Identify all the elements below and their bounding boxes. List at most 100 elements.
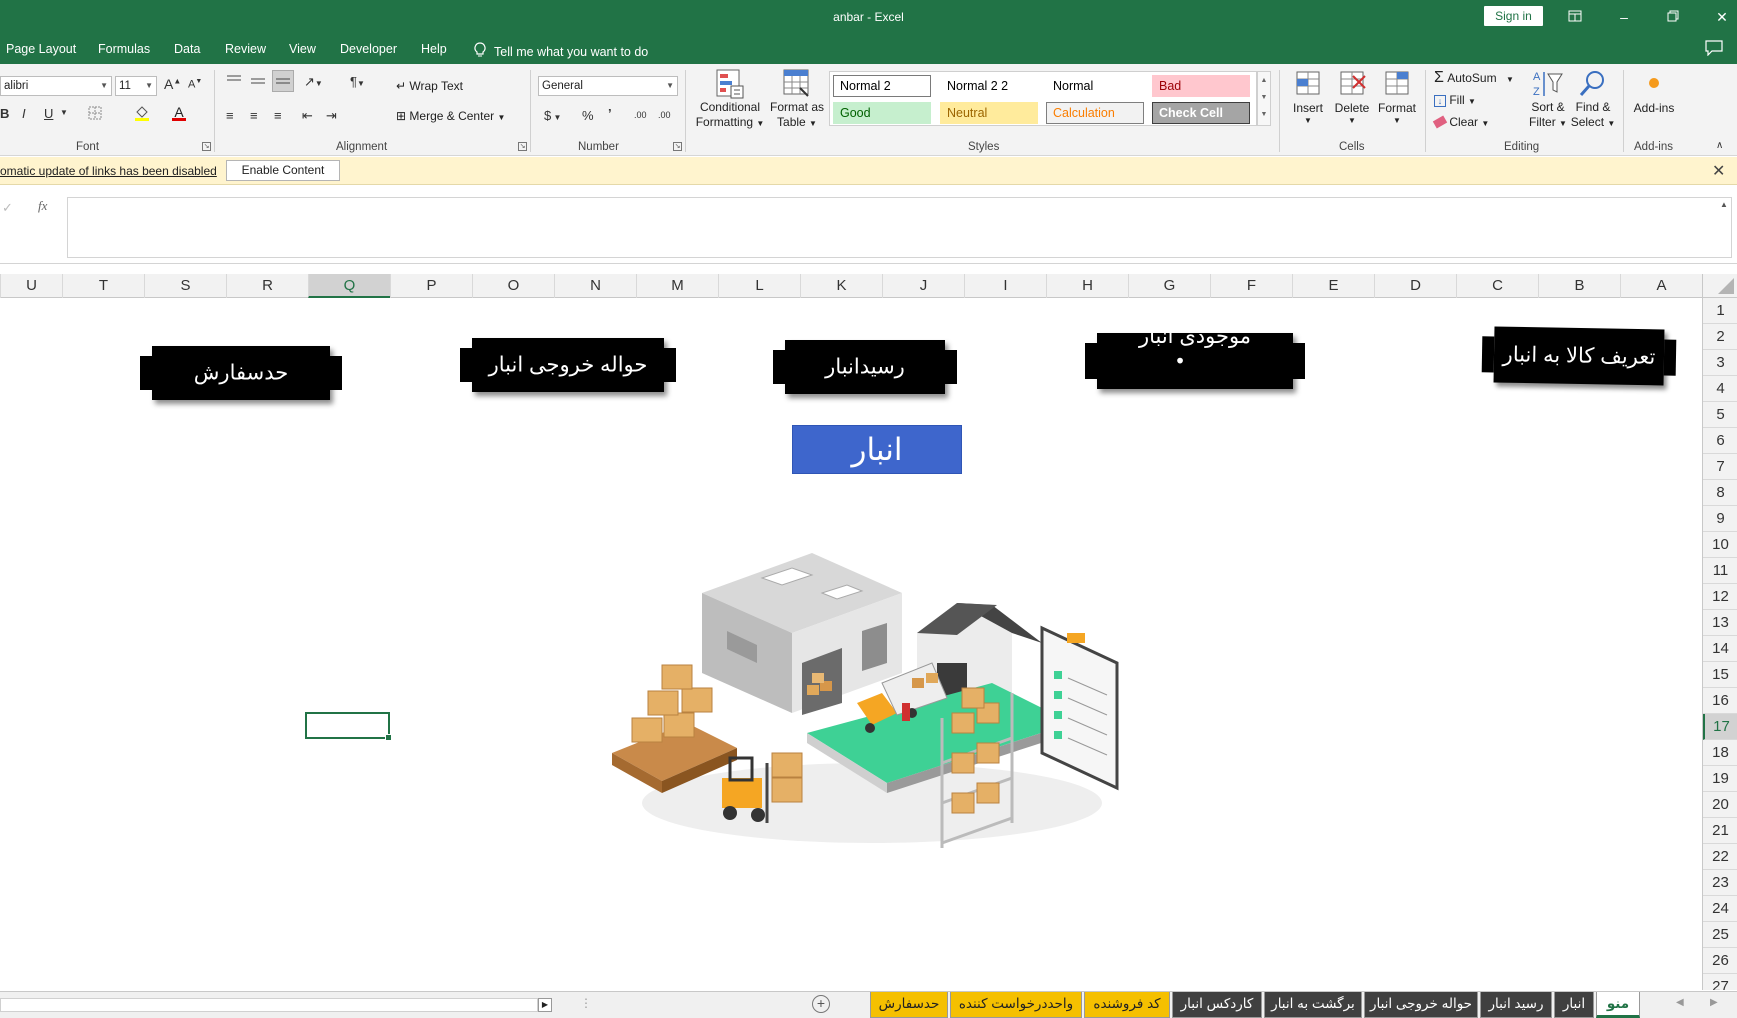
style-calculation[interactable]: Calculation	[1046, 102, 1144, 124]
delete-cells-button[interactable]: Delete ▼	[1331, 66, 1373, 136]
column-header[interactable]: O	[472, 274, 554, 298]
align-bottom-icon[interactable]	[272, 70, 294, 92]
scroll-right-icon[interactable]: ▶	[538, 998, 552, 1012]
new-sheet-icon[interactable]: +	[812, 995, 830, 1013]
clear-button[interactable]: Clear ▼	[1432, 114, 1489, 132]
row-header[interactable]: 18	[1703, 740, 1737, 766]
collapse-ribbon-icon[interactable]: ∧	[1716, 140, 1723, 151]
anbar-main-button[interactable]: انبار	[792, 425, 962, 474]
sheet-tab[interactable]: کد فروشنده	[1084, 992, 1170, 1018]
tab-view[interactable]: View	[289, 42, 316, 56]
exit-remittance-button[interactable]: حواله خروجی انبار	[460, 338, 676, 392]
scroll-tabs-right-icon[interactable]: ▶	[1710, 997, 1718, 1008]
tab-data[interactable]: Data	[174, 42, 200, 56]
align-center-icon[interactable]: ≡	[250, 108, 258, 123]
wrap-text-button[interactable]: ↵ Wrap Text	[396, 78, 463, 94]
row-header[interactable]: 13	[1703, 610, 1737, 636]
restore-icon[interactable]	[1661, 6, 1685, 28]
font-size-dropdown[interactable]: 11 ▼	[115, 76, 157, 96]
fill-color-icon[interactable]	[133, 104, 151, 125]
column-header[interactable]: J	[882, 274, 964, 298]
column-header[interactable]: S	[144, 274, 226, 298]
tab-review[interactable]: Review	[225, 42, 266, 56]
row-header[interactable]: 15	[1703, 662, 1737, 688]
styles-gallery-scroll[interactable]: ▲ ▼ ▼	[1257, 71, 1271, 126]
row-header[interactable]: 14	[1703, 636, 1737, 662]
font-color-icon[interactable]: A	[172, 104, 186, 121]
column-header[interactable]: G	[1128, 274, 1210, 298]
align-top-icon[interactable]	[226, 74, 242, 91]
worksheet-area[interactable]: تعریف کالا به انبار موجودی انبار • رسیدا…	[0, 298, 1702, 990]
decrease-indent-icon[interactable]: ⇤	[302, 108, 313, 124]
receipt-button[interactable]: رسیدانبار	[773, 340, 957, 394]
align-right-icon[interactable]: ≡	[274, 108, 282, 123]
style-normal-2[interactable]: Normal 2	[833, 75, 931, 97]
sign-in-button[interactable]: Sign in	[1484, 6, 1543, 26]
column-header[interactable]: A	[1620, 274, 1702, 298]
chevron-down-icon[interactable]: ▼	[60, 108, 68, 117]
style-bad[interactable]: Bad	[1152, 75, 1250, 97]
column-header[interactable]: T	[62, 274, 144, 298]
chevron-down-icon[interactable]: ▼	[1258, 89, 1270, 106]
format-as-table-button[interactable]: Format as Table ▼	[768, 66, 826, 136]
fill-button[interactable]: ↓ Fill ▼	[1434, 92, 1476, 110]
row-header[interactable]: 26	[1703, 948, 1737, 974]
row-header[interactable]: 6	[1703, 428, 1737, 454]
autosum-button[interactable]: Σ AutoSum ▼	[1434, 70, 1514, 88]
scroll-tabs-left-icon[interactable]: ◀	[1676, 997, 1684, 1008]
row-header[interactable]: 10	[1703, 532, 1737, 558]
row-header[interactable]: 27	[1703, 974, 1737, 990]
tab-help[interactable]: Help	[421, 42, 447, 56]
underline-button[interactable]: U	[44, 106, 53, 121]
sheet-tab[interactable]: واحددرخواست کننده	[950, 992, 1082, 1018]
style-good[interactable]: Good	[833, 102, 931, 124]
column-header[interactable]: B	[1538, 274, 1620, 298]
define-goods-button[interactable]: تعریف کالا به انبار	[1493, 326, 1665, 386]
row-header[interactable]: 19	[1703, 766, 1737, 792]
sheet-tab[interactable]: حدسفارش	[870, 992, 948, 1018]
inventory-button[interactable]: موجودی انبار •	[1085, 325, 1305, 389]
select-all-button[interactable]	[1702, 274, 1737, 298]
ribbon-display-options-icon[interactable]	[1563, 6, 1587, 28]
column-header[interactable]: Q	[308, 274, 390, 298]
style-normal-2-2[interactable]: Normal 2 2	[940, 75, 1038, 97]
row-header[interactable]: 21	[1703, 818, 1737, 844]
style-check-cell[interactable]: Check Cell	[1152, 102, 1250, 124]
minimize-icon[interactable]: –	[1612, 6, 1636, 28]
column-header[interactable]: P	[390, 274, 472, 298]
active-cell-q17[interactable]	[305, 712, 392, 741]
sheet-tab[interactable]: رسید انبار	[1480, 992, 1552, 1018]
align-middle-icon[interactable]	[250, 74, 266, 91]
row-header[interactable]: 9	[1703, 506, 1737, 532]
row-header[interactable]: 8	[1703, 480, 1737, 506]
shrink-font-button[interactable]: A▼	[188, 78, 202, 91]
borders-icon[interactable]	[88, 106, 102, 123]
find-select-button[interactable]: Find & Select ▼	[1570, 66, 1616, 138]
expand-formula-bar-icon[interactable]: ▲	[1720, 200, 1728, 209]
column-header[interactable]: F	[1210, 274, 1292, 298]
sheet-tab[interactable]: برگشت به انبار	[1264, 992, 1362, 1018]
column-header[interactable]: R	[226, 274, 308, 298]
number-dialog-launcher-icon[interactable]: ↘	[673, 142, 682, 151]
increase-indent-icon[interactable]: ⇥	[326, 108, 337, 124]
enable-content-button[interactable]: Enable Content	[226, 160, 340, 181]
font-name-dropdown[interactable]: alibri ▼	[0, 76, 112, 96]
close-icon[interactable]: ✕	[1712, 161, 1725, 181]
row-header[interactable]: 20	[1703, 792, 1737, 818]
column-header[interactable]: I	[964, 274, 1046, 298]
row-header[interactable]: 4	[1703, 376, 1737, 402]
number-format-dropdown[interactable]: General ▼	[538, 76, 678, 96]
sort-filter-button[interactable]: AZ Sort & Filter ▼	[1526, 66, 1570, 138]
font-dialog-launcher-icon[interactable]: ↘	[202, 142, 211, 151]
row-header[interactable]: 22	[1703, 844, 1737, 870]
currency-button[interactable]: $ ▼	[544, 108, 561, 123]
row-header[interactable]: 16	[1703, 688, 1737, 714]
style-normal[interactable]: Normal	[1046, 75, 1144, 97]
row-header[interactable]: 5	[1703, 402, 1737, 428]
increase-decimal-button[interactable]: .00	[634, 110, 647, 120]
enter-check-icon[interactable]: ✓	[2, 200, 13, 216]
format-cells-button[interactable]: Format ▼	[1374, 66, 1420, 136]
row-header[interactable]: 7	[1703, 454, 1737, 480]
column-header[interactable]: H	[1046, 274, 1128, 298]
sheet-tab[interactable]: حواله خروجی انبار	[1364, 992, 1478, 1018]
